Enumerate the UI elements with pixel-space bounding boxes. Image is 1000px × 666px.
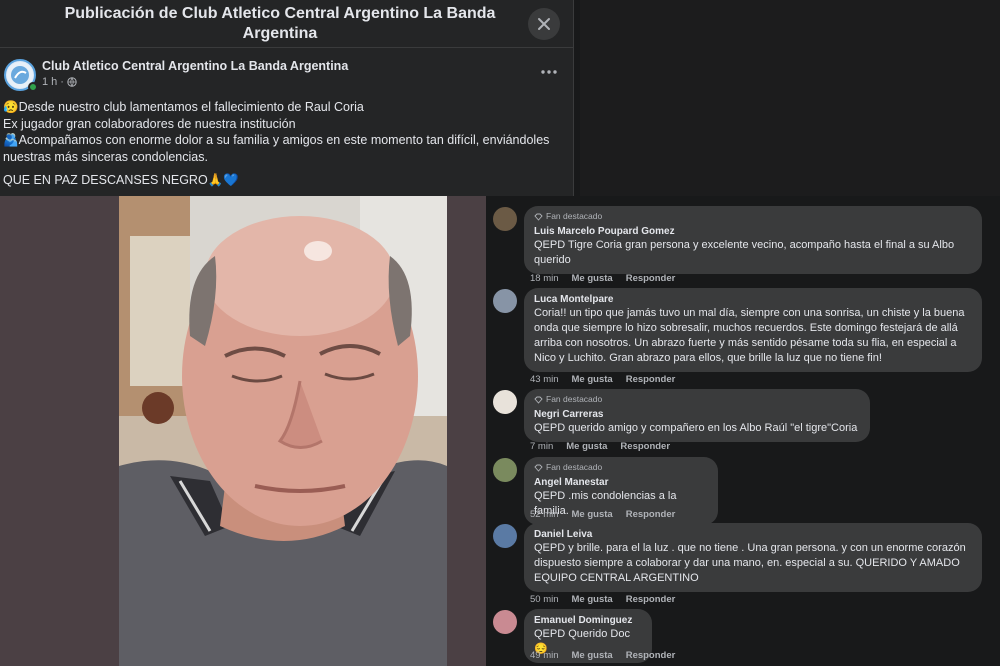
badge-label: Fan destacado [546,394,603,404]
post-author[interactable]: Club Atletico Central Argentino La Banda… [42,59,348,73]
comment-actions: 50 min Me gusta Responder [530,594,675,605]
like-button[interactable]: Me gusta [572,374,613,385]
post-line: nuestras más sinceras condolencias. [3,149,208,164]
comment-bubble: Luca Montelpare Coria!! un tipo que jamá… [524,288,982,372]
comment-time[interactable]: 52 min [530,509,559,520]
comment-line: querido [534,254,571,266]
meta-separator: · [60,76,64,88]
post-closing: QUE EN PAZ DESCANSES NEGRO🙏💙 [3,173,239,187]
backdrop [580,0,1000,196]
comment-actions: 52 min Me gusta Responder [530,509,675,520]
comments-list: Fan destacado Luis Marcelo Poupard Gomez… [486,196,1000,666]
like-button[interactable]: Me gusta [572,594,613,605]
close-button[interactable] [528,8,560,40]
comment-actions: 7 min Me gusta Responder [530,441,670,452]
comment-author[interactable]: Emanuel Dominguez [534,614,642,627]
comment-line: Nico y Luchito. Gran abrazo para ellos, … [534,352,882,364]
post-photo[interactable] [0,196,486,666]
top-fan-badge: Fan destacado [534,394,860,405]
reply-button[interactable]: Responder [626,374,676,385]
comment-author[interactable]: Negri Carreras [534,408,860,421]
reply-button[interactable]: Responder [626,650,676,661]
post-line: Ex jugador gran colaboradores de nuestra… [3,116,296,131]
reply-button[interactable]: Responder [620,441,670,452]
dialog-title: Publicación de Club Atletico Central Arg… [64,5,496,42]
diamond-icon [534,213,543,221]
comment-time[interactable]: 43 min [530,374,559,385]
comment-line: dispuesto siempre a colaborar y dar una … [534,557,960,569]
comment-time[interactable]: 18 min [530,273,559,284]
reply-button[interactable]: Responder [626,509,676,520]
comment-author[interactable]: Daniel Leiva [534,528,972,541]
commenter-avatar[interactable] [493,610,517,634]
post-panel: Publicación de Club Atletico Central Arg… [0,0,574,196]
comment-actions: 43 min Me gusta Responder [530,374,675,385]
comment-line: EQUIPO CENTRAL ARGENTINO [534,572,699,584]
globe-icon [67,77,77,87]
post-meta: 1 h · [42,76,77,88]
more-options-button[interactable] [538,62,560,82]
comment-line: onda que siempre lo hizo sobresalir, muc… [534,322,958,334]
top-fan-badge: Fan destacado [534,211,972,222]
comment-line: QEPD y brille. para el la luz . que no t… [534,542,966,554]
commenter-avatar[interactable] [493,289,517,313]
comment-time[interactable]: 49 min [530,650,559,661]
post-time[interactable]: 1 h [42,76,57,88]
like-button[interactable]: Me gusta [572,273,613,284]
online-status-icon [28,82,38,92]
commenter-avatar[interactable] [493,390,517,414]
comment-line: arriba con nosotros. Un abrazo fuerte y … [534,337,957,349]
comment-bubble: Fan destacado Luis Marcelo Poupard Gomez… [524,206,982,274]
comment-author[interactable]: Luca Montelpare [534,293,972,306]
diamond-icon [534,396,543,404]
reply-button[interactable]: Responder [626,594,676,605]
close-icon [538,18,550,30]
comment-actions: 49 min Me gusta Responder [530,650,675,661]
badge-label: Fan destacado [546,462,603,472]
comment-author[interactable]: Angel Manestar [534,476,708,489]
diamond-icon [534,464,543,472]
comment-time[interactable]: 50 min [530,594,559,605]
like-button[interactable]: Me gusta [572,509,613,520]
top-fan-badge: Fan destacado [534,462,708,473]
portrait-image [0,196,486,666]
reply-button[interactable]: Responder [626,273,676,284]
comment-actions: 18 min Me gusta Responder [530,273,675,284]
comment-bubble: Daniel Leiva QEPD y brille. para el la l… [524,523,982,592]
commenter-avatar[interactable] [493,207,517,231]
like-button[interactable]: Me gusta [566,441,607,452]
commenter-avatar[interactable] [493,524,517,548]
more-dots-icon [541,70,557,74]
dialog-header: Publicación de Club Atletico Central Arg… [0,0,574,48]
comment-bubble: Fan destacado Negri Carreras QEPD querid… [524,389,870,442]
comment-line: Coria!! un tipo que jamás tuvo un mal dí… [534,307,965,319]
facebook-post-dialog: Publicación de Club Atletico Central Arg… [0,0,1000,666]
comment-line: QEPD Tigre Coria gran persona y excelent… [534,239,955,251]
post-body: 😥Desde nuestro club lamentamos el fallec… [3,99,563,189]
post-line: 😥Desde nuestro club lamentamos el fallec… [3,100,364,114]
like-button[interactable]: Me gusta [572,650,613,661]
comment-line: QEPD querido amigo y compañero en los Al… [534,422,858,434]
comment-time[interactable]: 7 min [530,441,553,452]
comment-author[interactable]: Luis Marcelo Poupard Gomez [534,225,972,238]
post-line: 🫂Acompañamos con enorme dolor a su famil… [3,133,550,147]
commenter-avatar[interactable] [493,458,517,482]
badge-label: Fan destacado [546,211,603,221]
